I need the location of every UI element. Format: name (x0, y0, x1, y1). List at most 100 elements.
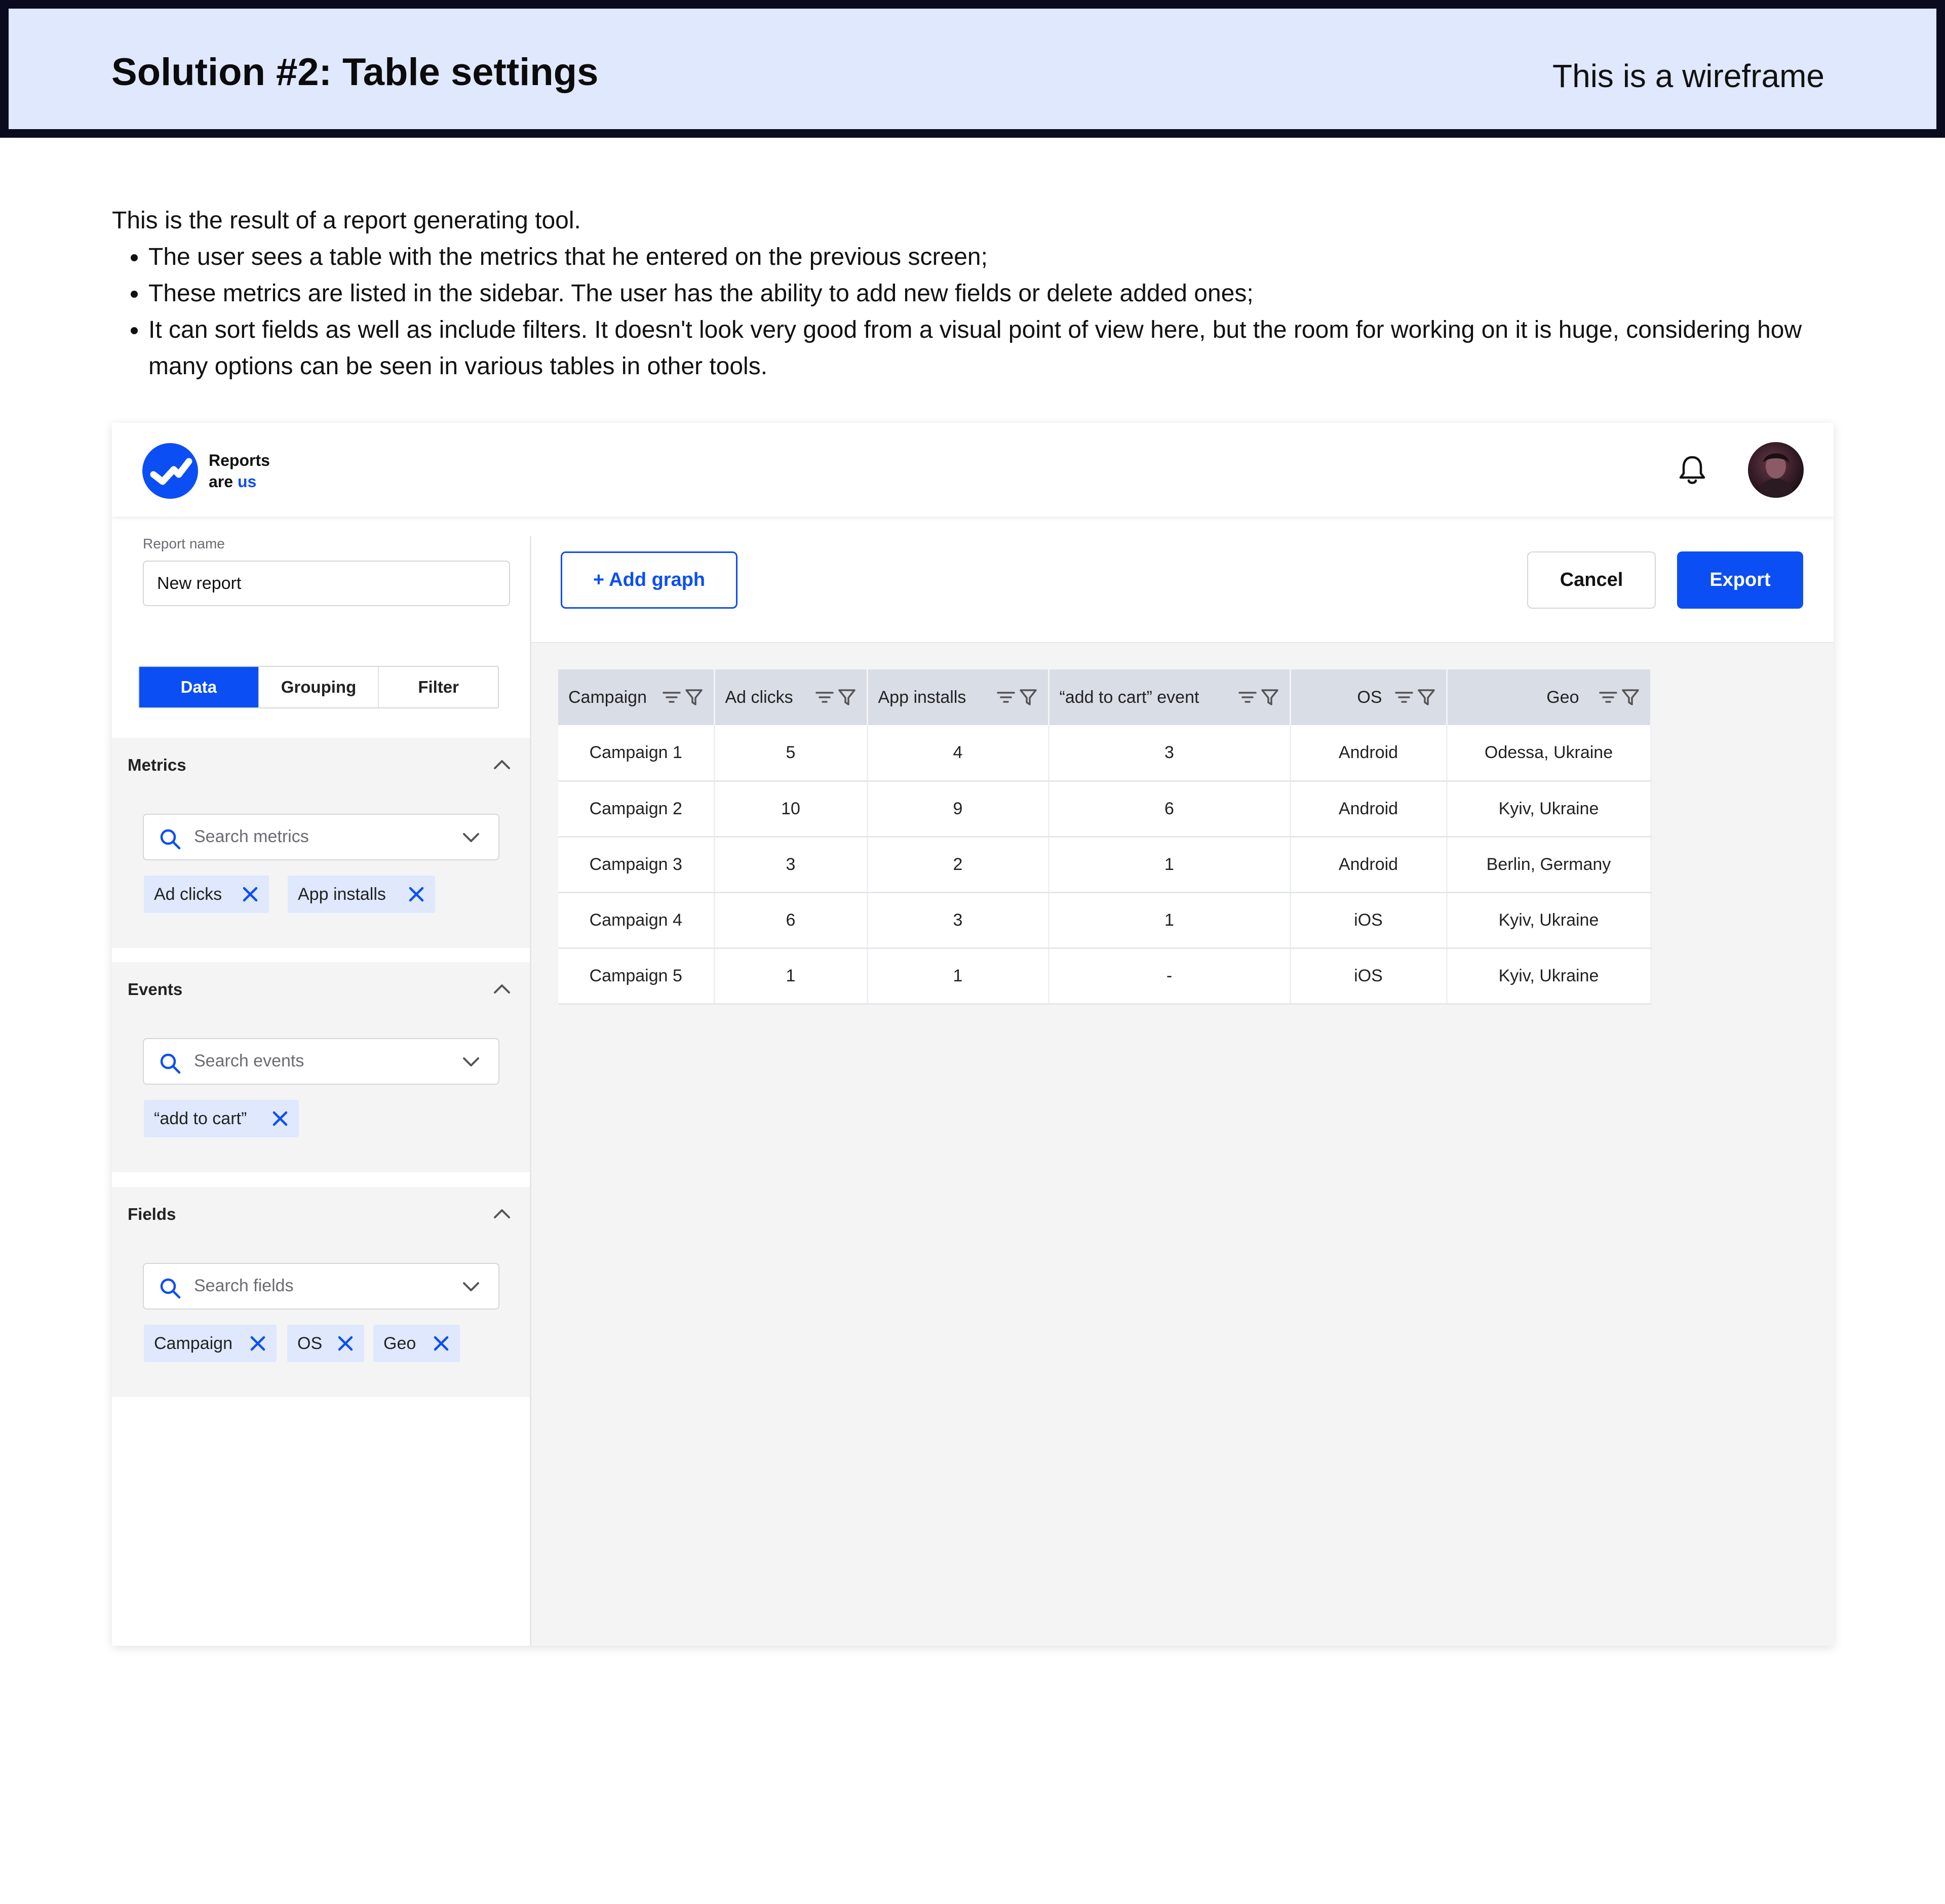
chevron-up-icon[interactable] (493, 758, 511, 770)
tab-data[interactable]: Data (139, 667, 258, 707)
table-cell: Android (1290, 837, 1448, 893)
column-header-label: App installs (878, 687, 966, 707)
table-cell: Android (1290, 725, 1448, 782)
table-cell: 6 (714, 892, 868, 949)
table-cell: Campaign 5 (558, 948, 715, 1005)
close-icon[interactable] (337, 1335, 354, 1352)
table-row[interactable]: Campaign 2 10 9 6 Android Kyiv, Ukraine (558, 781, 1652, 838)
brand-accent: us (237, 472, 257, 491)
report-name-label: Report name (143, 536, 225, 551)
page-title: Solution #2: Table settings (111, 51, 599, 94)
chip-label: “add to cart” (154, 1109, 247, 1128)
sort-icon[interactable] (815, 690, 834, 705)
metrics-section: Metrics Search metrics Ad clicks App ins… (112, 738, 530, 948)
chip-label: App installs (298, 885, 386, 904)
table-row[interactable]: Campaign 5 1 1 - iOS Kyiv, Ukraine (558, 948, 1652, 1005)
table-cell: 1 (1048, 837, 1291, 893)
chip-geo: Geo (373, 1325, 460, 1362)
chip-os: OS (287, 1325, 364, 1362)
column-header-campaign[interactable]: Campaign (558, 669, 715, 725)
filter-icon[interactable] (1417, 688, 1436, 707)
column-header-app-installs[interactable]: App installs (867, 669, 1049, 725)
chevron-up-icon[interactable] (493, 1207, 511, 1219)
table-cell: Kyiv, Ukraine (1447, 892, 1652, 949)
chip-label: Campaign (154, 1334, 232, 1353)
sidebar-divider (530, 536, 531, 1646)
table-cell: - (1048, 948, 1291, 1005)
sort-icon[interactable] (1238, 690, 1257, 705)
table-cell: 3 (714, 837, 868, 893)
table-cell: iOS (1290, 892, 1448, 949)
tab-grouping[interactable]: Grouping (258, 667, 378, 707)
sort-icon[interactable] (1599, 690, 1618, 705)
close-icon[interactable] (271, 1110, 289, 1127)
description-bullet: These metrics are listed in the sidebar.… (148, 275, 1844, 312)
events-search-input[interactable]: Search events (143, 1038, 499, 1085)
export-button[interactable]: Export (1677, 551, 1803, 609)
cancel-button[interactable]: Cancel (1527, 551, 1656, 609)
chevron-down-icon[interactable] (462, 1281, 480, 1292)
user-avatar[interactable] (1748, 442, 1804, 498)
search-icon (160, 829, 181, 850)
table-cell: 3 (867, 892, 1049, 949)
column-header-label: Ad clicks (725, 687, 793, 707)
filter-icon[interactable] (684, 688, 704, 707)
table-cell: 4 (867, 725, 1049, 782)
sort-icon[interactable] (1394, 690, 1414, 705)
check-logo-icon[interactable] (142, 443, 198, 499)
fields-search-placeholder: Search fields (194, 1276, 294, 1295)
wireframe-note: This is a wireframe (1552, 58, 1824, 94)
column-header-geo[interactable]: Geo (1447, 669, 1652, 725)
table-cell: iOS (1290, 948, 1448, 1005)
table-cell: Campaign 2 (558, 781, 715, 838)
filter-icon[interactable] (837, 688, 857, 707)
table-cell: Android (1290, 781, 1448, 838)
report-table: Campaign Ad clicks App installs “add to … (558, 669, 1652, 1005)
fields-search-input[interactable]: Search fields (143, 1263, 499, 1310)
filter-icon[interactable] (1260, 688, 1279, 707)
filter-icon[interactable] (1621, 688, 1640, 707)
metrics-search-input[interactable]: Search metrics (143, 814, 499, 860)
fields-section: Fields Search fields Campaign OS Geo (112, 1187, 530, 1397)
column-header-label: Campaign (568, 687, 647, 707)
brand-line2: are us (209, 471, 270, 492)
chevron-down-icon[interactable] (462, 832, 480, 843)
add-graph-button[interactable]: + Add graph (561, 551, 737, 609)
column-header-label: “add to cart” event (1059, 687, 1199, 707)
column-header-os[interactable]: OS (1290, 669, 1448, 725)
close-icon[interactable] (433, 1335, 450, 1352)
metrics-title: Metrics (128, 756, 186, 774)
close-icon[interactable] (249, 1335, 266, 1352)
table-row[interactable]: Campaign 1 5 4 3 Android Odessa, Ukraine (558, 725, 1652, 782)
chevron-down-icon[interactable] (462, 1056, 480, 1067)
sort-icon[interactable] (662, 690, 681, 705)
search-icon (160, 1278, 181, 1299)
table-cell: Campaign 1 (558, 725, 715, 782)
page-header-panel: Solution #2: Table settings This is a wi… (9, 9, 1936, 129)
report-name-input[interactable]: New report (143, 561, 510, 606)
chip-ad-clicks: Ad clicks (144, 876, 269, 913)
close-icon[interactable] (242, 886, 259, 903)
description-intro: This is the result of a report generatin… (112, 207, 581, 234)
close-icon[interactable] (408, 886, 425, 903)
chevron-up-icon[interactable] (493, 982, 511, 995)
table-row[interactable]: Campaign 3 3 2 1 Android Berlin, Germany (558, 837, 1652, 893)
table-row[interactable]: Campaign 4 6 3 1 iOS Kyiv, Ukraine (558, 892, 1652, 949)
table-cell: 10 (714, 781, 868, 838)
metrics-search-placeholder: Search metrics (194, 827, 309, 846)
bell-icon[interactable] (1677, 454, 1707, 487)
table-cell: 1 (714, 948, 868, 1005)
column-header-ad-clicks[interactable]: Ad clicks (714, 669, 868, 725)
events-section: Events Search events “add to cart” (112, 962, 530, 1172)
table-cell: 9 (867, 781, 1049, 838)
column-header-add-to-cart[interactable]: “add to cart” event (1048, 669, 1291, 725)
brand-line1: Reports (209, 451, 270, 469)
tab-filter[interactable]: Filter (378, 667, 498, 707)
sort-icon[interactable] (996, 690, 1016, 705)
filter-icon[interactable] (1019, 688, 1038, 707)
fields-title: Fields (128, 1205, 176, 1223)
description-bullet: It can sort fields as well as include fi… (148, 312, 1844, 385)
search-icon (160, 1053, 181, 1074)
chip-campaign: Campaign (144, 1325, 277, 1362)
page-header: Solution #2: Table settings This is a wi… (0, 0, 1945, 138)
